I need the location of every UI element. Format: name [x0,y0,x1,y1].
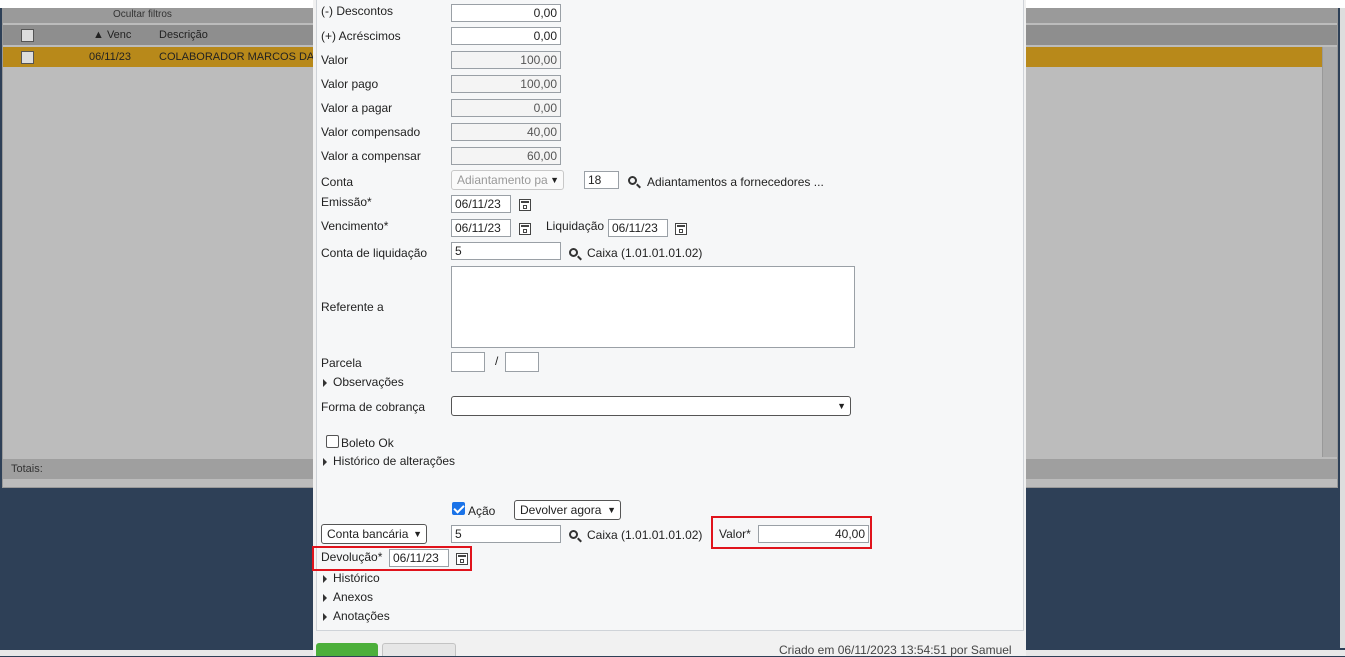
conta-select[interactable]: Adiantamento pa [451,170,564,190]
vencimento-input[interactable]: 06/11/23 [451,219,511,237]
referente-textarea[interactable] [451,266,855,348]
forma-cobranca-select[interactable] [451,396,851,416]
referente-label: Referente a [321,300,384,314]
anotacoes-toggle[interactable]: Anotações [323,609,390,623]
valor-compensado-label: Valor compensado [321,125,421,139]
calendar-icon[interactable] [519,223,531,235]
conta-liquidacao-input[interactable]: 5 [451,242,561,260]
valor-highlight-box [711,516,872,549]
row-checkbox[interactable] [21,50,34,64]
row-descricao: COLABORADOR MARCOS DA [159,51,315,63]
valor-compensado-input[interactable]: 40,00 [451,123,561,141]
conta-code-input[interactable]: 18 [584,171,619,189]
grid-scrollbar[interactable] [1322,47,1337,457]
liquidacao-input[interactable]: 06/11/23 [608,219,668,237]
historico-toggle[interactable]: Histórico [323,571,380,585]
vencimento-label: Vencimento* [321,219,389,233]
conta-label: Conta [321,175,354,189]
acrescimos-label: (+) Acréscimos [321,29,401,43]
valor-input[interactable]: 100,00 [451,51,561,69]
anexos-toggle[interactable]: Anexos [323,590,373,604]
valor-pago-label: Valor pago [321,77,379,91]
forma-cobranca-label: Forma de cobrança [321,400,426,414]
valor-a-pagar-input[interactable]: 0,00 [451,99,561,117]
boleto-ok-checkbox[interactable] [326,435,339,448]
historico-label: Histórico [333,571,380,585]
save-button[interactable] [316,643,378,656]
acao-checkbox[interactable] [452,502,465,515]
valor-pago-input[interactable]: 100,00 [451,75,561,93]
parcela-label: Parcela [321,356,362,370]
form-panel: (-) Descontos 0,00 (+) Acréscimos 0,00 V… [316,0,1024,631]
column-venc[interactable]: ▲ Venc [93,29,131,41]
parcela-input[interactable] [451,352,485,372]
caret-right-icon [323,457,327,466]
historico-alteracoes-label: Histórico de alterações [333,454,456,468]
caret-right-icon [323,593,327,602]
acao-conta-input[interactable]: 5 [451,525,561,543]
devolucao-highlight-box [312,546,472,571]
anotacoes-label: Anotações [333,609,390,623]
search-icon[interactable] [569,248,578,257]
page-scrollbar[interactable] [1340,8,1345,648]
anexos-label: Anexos [333,590,374,604]
conta-bancaria-select[interactable]: Conta bancária [321,524,427,544]
created-info: Criado em 06/11/2023 13:54:51 por Samuel [779,643,1012,657]
row-venc: 06/11/23 [89,51,132,63]
descontos-input[interactable]: 0,00 [451,4,561,22]
column-descricao[interactable]: Descrição [159,29,208,41]
search-icon[interactable] [569,530,578,539]
boleto-ok-label: Boleto Ok [341,436,394,450]
caret-right-icon [323,574,327,583]
observacoes-label: Observações [333,375,404,389]
emissao-input[interactable]: 06/11/23 [451,195,511,213]
emissao-label: Emissão* [321,195,372,209]
caret-right-icon [323,378,327,387]
acao-label: Ação [468,504,496,518]
conta-liquidacao-description: Caixa (1.01.01.01.02) [587,246,703,260]
parcela-separator: / [495,354,499,368]
valor-a-compensar-input[interactable]: 60,00 [451,147,561,165]
calendar-icon[interactable] [675,223,687,235]
valor-label: Valor [321,53,349,67]
acao-conta-description: Caixa (1.01.01.01.02) [587,528,703,542]
descontos-label: (-) Descontos [321,4,394,18]
select-all-checkbox[interactable] [21,28,34,42]
historico-alteracoes-toggle[interactable]: Histórico de alterações [323,454,455,468]
conta-liquidacao-label: Conta de liquidação [321,246,428,260]
totals-label: Totais: [11,463,43,475]
calendar-icon[interactable] [519,199,531,211]
conta-description: Adiantamentos a fornecedores ... [647,175,824,189]
acao-select[interactable]: Devolver agora [514,500,621,520]
acrescimos-input[interactable]: 0,00 [451,27,561,45]
toggle-filters-button[interactable]: Ocultar filtros [113,9,172,20]
caret-right-icon [323,612,327,621]
parcela-total-input[interactable] [505,352,539,372]
column-venc-label: Venc [106,29,132,41]
observacoes-toggle[interactable]: Observações [323,375,404,389]
search-icon[interactable] [628,176,637,185]
cancel-button[interactable] [382,643,456,656]
valor-a-pagar-label: Valor a pagar [321,101,393,115]
valor-a-compensar-label: Valor a compensar [321,149,421,163]
liquidacao-label: Liquidação [546,219,605,233]
